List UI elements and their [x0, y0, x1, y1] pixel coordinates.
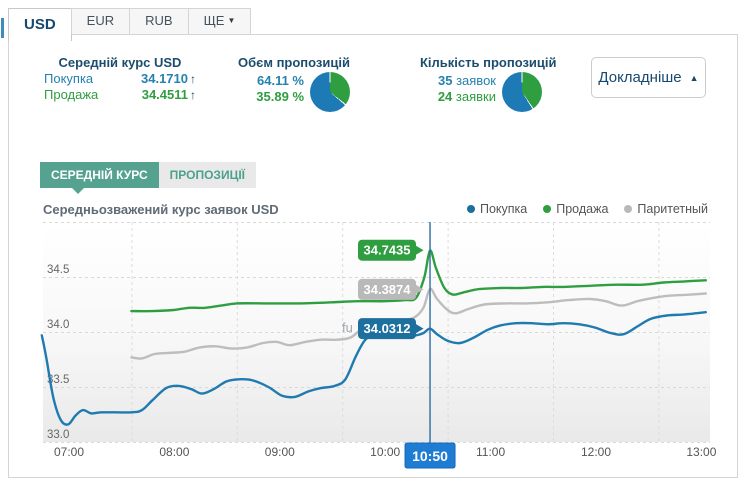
watermark: fu [342, 320, 353, 335]
legend-label-parity: Паритетный [637, 202, 708, 216]
tooltip-value: 34.3874 [364, 282, 412, 297]
x-axis-label: 07:00 [54, 445, 84, 459]
legend-dot-sell-icon [543, 205, 551, 213]
count-sell: 24 заявки [420, 89, 496, 105]
legend-label-buy: Покупка [480, 202, 527, 216]
tab-usd[interactable]: USD [8, 8, 72, 41]
count-sell-num: 24 [438, 89, 452, 104]
tooltip-value: 34.0312 [364, 321, 411, 336]
tab-usd-label: USD [24, 16, 56, 33]
tooltip-value: 34.7435 [364, 243, 411, 258]
page-edge-artifact [1, 18, 4, 38]
legend-dot-buy-icon [467, 205, 475, 213]
sell-rate-row: Продажа 34.4511↑ [44, 87, 196, 103]
details-button[interactable]: Докладніше ▲ [591, 57, 706, 98]
y-axis-label: 34.5 [47, 264, 69, 276]
average-rate-group: Середній курс USD Покупка 34.1710↑ Прода… [44, 54, 196, 103]
legend-label-sell: Продажа [556, 202, 608, 216]
subtab-average-rate[interactable]: СЕРЕДНІЙ КУРС [40, 162, 159, 188]
volume-title: Обєм пропозицій [238, 54, 350, 71]
volume-pie-chart [310, 72, 350, 112]
buy-rate-row: Покупка 34.1710↑ [44, 71, 196, 87]
y-axis-label: 34.0 [47, 319, 69, 331]
count-pie-chart [502, 72, 542, 112]
x-axis-label: 09:00 [265, 445, 295, 459]
count-buy-num: 35 [438, 73, 452, 88]
legend-item-parity[interactable]: Паритетный [624, 202, 708, 216]
volume-buy-pct: 64.11 % [238, 73, 304, 89]
volume-sell-pct: 35.89 % [238, 89, 304, 105]
currency-tabs: USD EUR RUB ЩЕ▼ [8, 8, 251, 41]
subtab-offers-label: ПРОПОЗИЦІЇ [170, 168, 245, 182]
x-axis-label: 10:00 [370, 445, 400, 459]
details-button-label: Докладніше [598, 69, 681, 86]
sell-up-arrow-icon: ↑ [190, 88, 196, 102]
subtab-offers[interactable]: ПРОПОЗИЦІЇ [159, 162, 256, 188]
tab-rub-label: RUB [145, 13, 172, 28]
rates-chart[interactable]: 34.534.033.533.007:0008:0009:0010:0011:0… [0, 222, 746, 481]
tab-eur-label: EUR [87, 13, 114, 28]
chart-title: Середньозважений курс заявок USD [43, 202, 279, 217]
buy-up-arrow-icon: ↑ [190, 72, 196, 86]
legend-dot-parity-icon [624, 205, 632, 213]
legend-item-buy[interactable]: Покупка [467, 202, 527, 216]
tab-eur[interactable]: EUR [71, 8, 130, 34]
x-axis-label: 12:00 [581, 445, 611, 459]
sell-value: 34.4511 [142, 87, 188, 102]
count-buy-unit: заявок [452, 73, 496, 88]
tab-more-label: ЩЕ [204, 13, 225, 28]
average-rate-title: Середній курс USD [44, 54, 196, 71]
x-axis-label: 08:00 [159, 445, 189, 459]
chevron-down-icon: ▼ [227, 16, 235, 25]
chart-subtabs: СЕРЕДНІЙ КУРС ПРОПОЗИЦІЇ [40, 162, 256, 188]
count-buy: 35 заявок [420, 73, 496, 89]
legend-item-sell[interactable]: Продажа [543, 202, 608, 216]
x-axis-label: 11:00 [476, 445, 505, 459]
rates-chart-svg: 34.534.033.533.007:0008:0009:0010:0011:0… [0, 222, 746, 481]
buy-value: 34.1710 [141, 71, 188, 86]
y-axis-label: 33.0 [47, 429, 69, 441]
tab-more[interactable]: ЩЕ▼ [188, 8, 252, 34]
time-marker-label: 10:50 [412, 448, 448, 464]
subtab-average-rate-label: СЕРЕДНІЙ КУРС [51, 168, 148, 182]
count-group: Кількість пропозицій 35 заявок 24 заявки [420, 54, 542, 112]
x-axis-label: 13:00 [686, 445, 716, 459]
count-sell-unit: заявки [452, 89, 496, 104]
chart-legend: Покупка Продажа Паритетный [467, 202, 708, 216]
count-title: Кількість пропозицій [420, 54, 542, 71]
volume-group: Обєм пропозицій 64.11 % 35.89 % [238, 54, 350, 112]
buy-label: Покупка [44, 71, 93, 87]
tab-rub[interactable]: RUB [129, 8, 188, 34]
sell-label: Продажа [44, 87, 98, 103]
triangle-up-icon: ▲ [690, 73, 699, 83]
